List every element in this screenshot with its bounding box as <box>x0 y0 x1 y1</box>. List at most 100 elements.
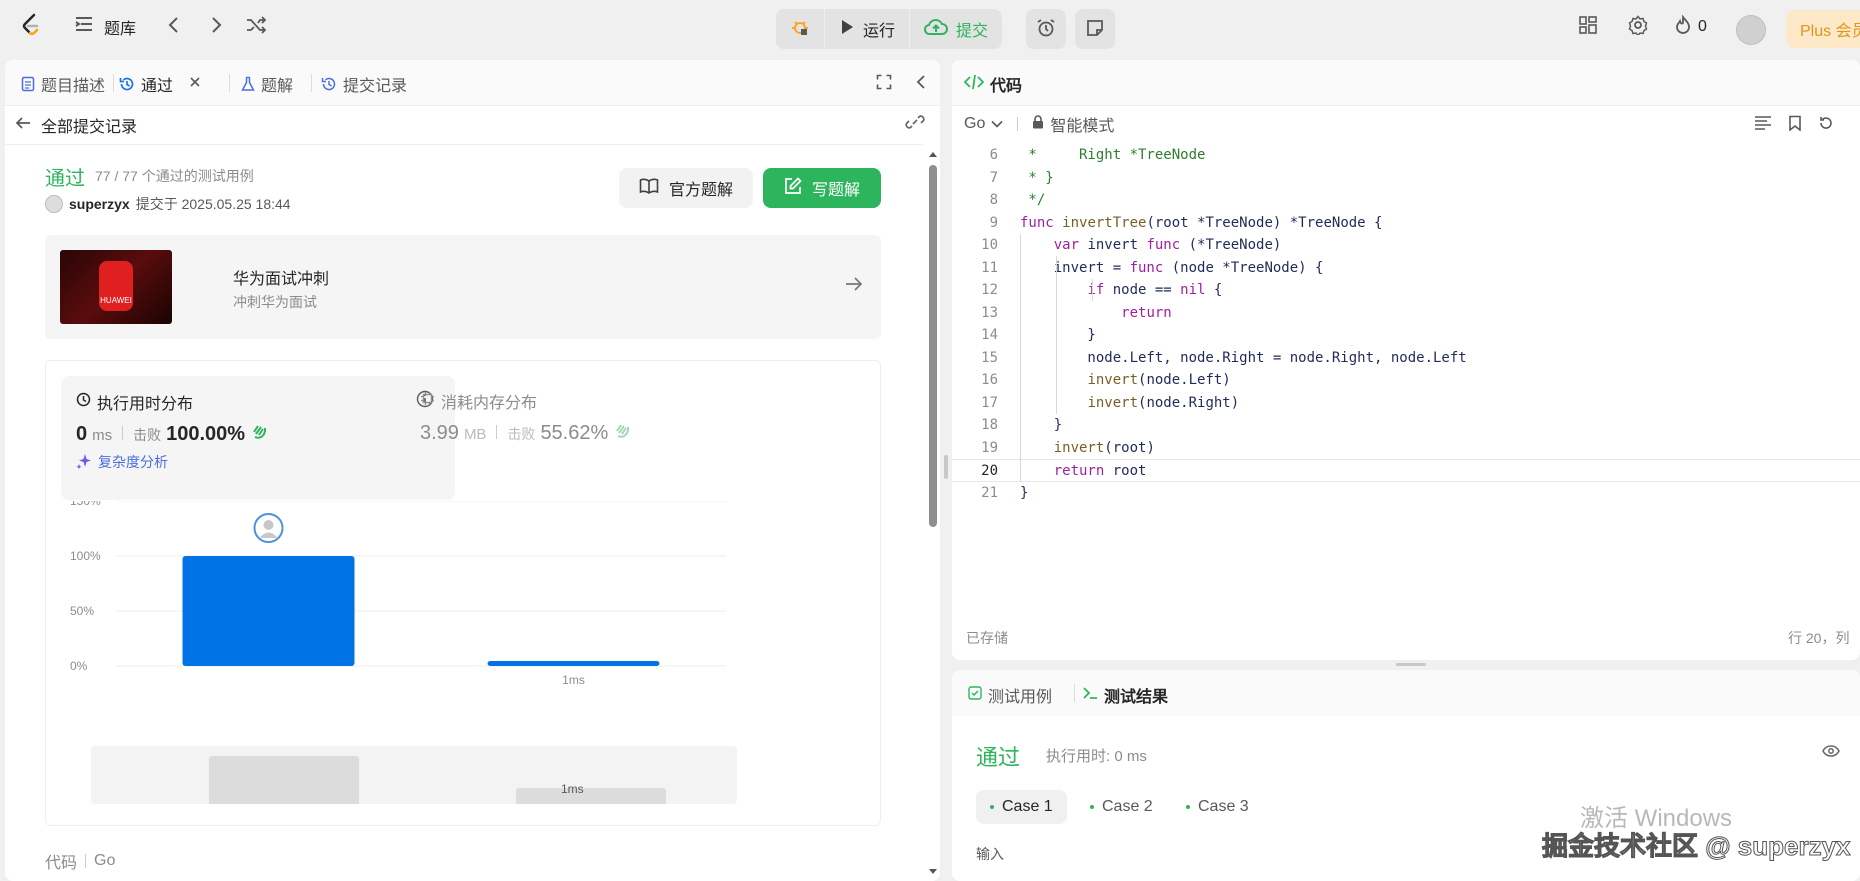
back-to-submissions[interactable]: 全部提交记录 <box>15 113 137 137</box>
editor-title-label: 代码 <box>990 78 1023 95</box>
next-problem-icon[interactable] <box>208 15 224 35</box>
tab-testcases[interactable]: 测试用例 <box>968 683 1052 707</box>
scroll-up-icon[interactable] <box>927 149 939 159</box>
prev-problem-icon[interactable] <box>166 15 182 35</box>
promo-image: HUAWEI <box>60 250 172 324</box>
code-line[interactable]: 11 invert = func (node *TreeNode) { <box>952 257 1860 280</box>
editor-resize-handle[interactable] <box>1396 663 1426 666</box>
fullscreen-icon[interactable] <box>876 74 892 90</box>
minimap-bar <box>516 788 666 804</box>
bookmark-icon[interactable] <box>1788 115 1802 134</box>
collapse-icon[interactable] <box>915 74 927 90</box>
username[interactable]: superzyx <box>69 196 130 212</box>
minimap-label: 1ms <box>561 782 584 796</box>
shuffle-icon[interactable] <box>245 15 267 35</box>
share-link-icon[interactable] <box>905 114 925 133</box>
code-language: Go <box>94 852 116 869</box>
submitted-time: 提交于 2025.05.25 18:44 <box>135 196 291 212</box>
plus-membership-button[interactable]: Plus 会员 <box>1786 10 1860 48</box>
code-line[interactable]: 12 if node == nil { <box>952 279 1860 302</box>
smart-mode-toggle[interactable]: 智能模式 <box>1032 112 1114 136</box>
case-label: Case 3 <box>1198 798 1249 815</box>
tab-description[interactable]: 题目描述 <box>21 72 105 96</box>
code-area[interactable]: 6 * Right *TreeNode 7 * } 8 */9 func invert… <box>952 144 1860 504</box>
complexity-analysis-link[interactable]: 复杂度分析 <box>76 452 168 472</box>
code-text: * } <box>1020 169 1054 186</box>
chart-bar[interactable] <box>182 556 355 666</box>
code-text: } <box>1020 327 1096 343</box>
format-icon[interactable] <box>1754 115 1772 134</box>
panel-resize-handle[interactable] <box>944 455 948 479</box>
tab-accepted[interactable]: 通过 <box>119 72 201 96</box>
memory-values: 3.99 MB 击败 55.62% <box>420 421 631 445</box>
memory-distribution-title[interactable]: 消耗内存分布 <box>420 389 537 413</box>
code-line[interactable]: 6 * Right *TreeNode <box>952 144 1860 167</box>
code-line[interactable]: 7 * } <box>952 167 1860 190</box>
reset-icon[interactable] <box>1818 115 1834 134</box>
debug-button[interactable] <box>776 9 824 49</box>
submission-status: 通过 <box>45 168 85 190</box>
tab-test-results[interactable]: 测试结果 <box>1082 683 1168 707</box>
mode-label: 智能模式 <box>1050 118 1115 135</box>
official-solution-button[interactable]: 官方题解 <box>619 168 753 208</box>
code-text: * Right *TreeNode <box>1020 147 1206 163</box>
layout-icon[interactable] <box>1578 15 1598 35</box>
back-label: 全部提交记录 <box>41 119 138 136</box>
tab-separator <box>1074 684 1075 702</box>
code-line[interactable]: 10 var invert func (*TreeNode) <box>952 234 1860 257</box>
runtime-distribution-card[interactable]: 执行用时分布 0 ms 击败 100.00% 复杂度分析 <box>61 376 455 500</box>
plus-label: Plus 会员 <box>1800 23 1860 40</box>
chart-bar[interactable] <box>487 661 660 666</box>
code-icon <box>963 74 985 95</box>
notes-button[interactable] <box>1075 9 1115 49</box>
code-line[interactable]: 9 func invertTree(root *TreeNode) *TreeNo… <box>952 212 1860 235</box>
line-number: 10 <box>981 237 998 253</box>
case-tab[interactable]: Case 2 <box>1076 790 1167 824</box>
problem-bank-link[interactable]: 题库 <box>74 15 136 39</box>
line-number: 20 <box>981 463 998 479</box>
alarm-button[interactable] <box>1026 9 1066 49</box>
cloud-upload-icon <box>924 18 948 41</box>
code-line[interactable]: 13 return <box>952 302 1860 325</box>
streak-counter[interactable]: 0 <box>1674 14 1707 38</box>
code-line[interactable]: 21} <box>952 482 1860 505</box>
promo-banner[interactable]: HUAWEI 华为面试冲刺 冲刺华为面试 <box>45 235 881 339</box>
tab-solutions[interactable]: 题解 <box>241 72 293 96</box>
tab-label: 通过 <box>141 78 174 95</box>
tab-submissions[interactable]: 提交记录 <box>321 72 407 96</box>
close-icon[interactable] <box>189 75 201 93</box>
scrollbar-thumb[interactable] <box>929 165 937 527</box>
scrollbar[interactable] <box>924 145 938 881</box>
code-line[interactable]: 20 return root <box>952 459 1860 482</box>
memory-unit: MB <box>463 426 487 443</box>
code-line[interactable]: 18 } <box>952 414 1860 437</box>
language-select[interactable]: Go <box>964 115 1003 133</box>
settings-gear-icon[interactable] <box>1628 15 1648 35</box>
left-tab-bar: 题目描述 通过 题解 提交记录 <box>5 60 940 106</box>
code-line[interactable]: 15 node.Left, node.Right = node.Right, n… <box>952 347 1860 370</box>
editor-header: 代码 <box>952 60 1860 106</box>
code-line[interactable]: 16 invert(node.Left) <box>952 369 1860 392</box>
case-tab[interactable]: Case 1 <box>976 790 1067 824</box>
user-avatar[interactable] <box>1736 15 1766 45</box>
line-number: 12 <box>981 282 998 298</box>
code-line[interactable]: 17 invert(node.Right) <box>952 392 1860 415</box>
code-line[interactable]: 19 invert(root) <box>952 437 1860 460</box>
clap-icon <box>613 421 631 442</box>
code-line[interactable]: 14 } <box>952 324 1860 347</box>
line-number: 14 <box>981 327 998 343</box>
indent-guide <box>1056 256 1057 414</box>
leetcode-logo[interactable] <box>18 12 44 38</box>
flask-icon <box>241 76 255 92</box>
write-solution-button[interactable]: 写题解 <box>763 168 881 208</box>
code-editor-panel: 代码 Go 智能模式 6 * Right *TreeNode 7 * } 8 */9… <box>952 60 1860 660</box>
code-line[interactable]: 8 */ <box>952 189 1860 212</box>
history-icon <box>321 76 337 92</box>
scroll-down-icon[interactable] <box>927 867 939 877</box>
chart-minimap[interactable]: 1ms <box>91 746 737 804</box>
line-number: 17 <box>981 394 998 411</box>
eye-icon[interactable] <box>1822 744 1840 760</box>
submit-button[interactable]: 提交 <box>910 9 1002 49</box>
case-tab[interactable]: Case 3 <box>1172 790 1263 824</box>
run-button[interactable]: 运行 <box>825 9 909 49</box>
